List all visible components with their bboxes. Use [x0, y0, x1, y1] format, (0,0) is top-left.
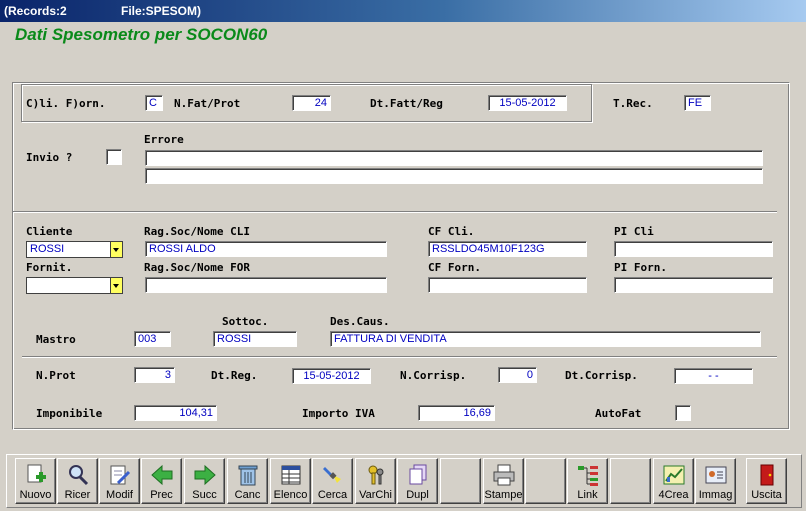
uscita-button[interactable]: Uscita	[746, 458, 787, 504]
cliente-combo-value: ROSSI	[30, 243, 65, 255]
page-title: Dati Spesometro per SOCON60	[15, 25, 268, 44]
records-count: (Records:2	[4, 4, 67, 18]
ricer-button[interactable]: Ricer	[57, 458, 98, 504]
ragsoc-cli-field[interactable]: ROSSI ALDO	[145, 241, 387, 257]
crea-button[interactable]: 4Crea	[653, 458, 694, 504]
autofat-label: AutoFat	[595, 407, 642, 420]
elenco-button[interactable]: Elenco	[270, 458, 311, 504]
prec-button[interactable]: Prec	[141, 458, 182, 504]
varchi-button[interactable]: VarChi	[355, 458, 396, 504]
arrow-right-icon	[194, 464, 216, 486]
chevron-down-icon[interactable]	[110, 278, 122, 293]
iva-field[interactable]: 16,69	[418, 405, 495, 421]
descaus-label: Des.Caus.	[330, 315, 390, 328]
flashlight-icon	[323, 467, 341, 483]
chevron-down-icon[interactable]	[110, 242, 122, 257]
pi-cli-field[interactable]	[614, 241, 773, 257]
duplicate-icon	[409, 464, 427, 485]
dtcorrisp-field[interactable]: - -	[674, 368, 753, 384]
link-button[interactable]: Link	[567, 458, 608, 504]
errore-field-1[interactable]	[145, 150, 763, 166]
divider-2	[22, 356, 777, 358]
trec-field[interactable]: FE	[684, 95, 711, 111]
file-name: File:SPESOM)	[121, 4, 202, 18]
cf-forn-label: CF Forn.	[428, 261, 481, 274]
divider-1	[13, 211, 777, 213]
list-icon	[281, 465, 301, 485]
imponibile-field[interactable]: 104,31	[134, 405, 217, 421]
search-icon	[69, 465, 89, 486]
ragsoc-for-label: Rag.Soc/Nome FOR	[144, 261, 250, 274]
nfat-field[interactable]: 24	[292, 95, 331, 111]
cliente-label: Cliente	[26, 225, 73, 238]
cerca-button[interactable]: Cerca	[312, 458, 353, 504]
invio-checkbox[interactable]	[106, 149, 122, 165]
succ-button[interactable]: Succ	[184, 458, 225, 504]
imponibile-label: Imponibile	[36, 407, 103, 420]
cf-cli-field[interactable]: RSSLDO45M10F123G	[428, 241, 587, 257]
edit-icon	[110, 465, 131, 485]
image-card-icon	[705, 466, 727, 484]
nprot-label: N.Prot	[36, 369, 76, 382]
cli-forn-label: C)li. F)orn.	[26, 97, 106, 110]
pi-forn-field[interactable]	[614, 277, 773, 293]
ragsoc-cli-label: Rag.Soc/Nome CLI	[144, 225, 250, 238]
exit-door-icon	[760, 464, 774, 486]
dtcorrisp-label: Dt.Corrisp.	[565, 369, 638, 382]
ragsoc-for-field[interactable]	[145, 277, 387, 293]
cf-forn-field[interactable]	[428, 277, 587, 293]
iva-label: Importo IVA	[302, 407, 375, 420]
fornit-label: Fornit.	[26, 261, 73, 274]
dtfatt-field[interactable]: 15-05-2012	[488, 95, 567, 111]
dupl-button[interactable]: Dupl	[397, 458, 438, 504]
cliente-combo[interactable]: ROSSI	[26, 241, 123, 258]
empty-button-3[interactable]	[610, 458, 651, 504]
mastro-label: Mastro	[36, 333, 76, 346]
pi-forn-label: PI Forn.	[614, 261, 667, 274]
immag-button[interactable]: Immag	[695, 458, 736, 504]
printer-icon	[493, 464, 515, 486]
dtreg-label: Dt.Reg.	[211, 369, 258, 382]
sottoc-label: Sottoc.	[222, 315, 269, 328]
stampe-button[interactable]: Stampe	[483, 458, 524, 504]
window-titlebar: (Records:2 File:SPESOM)	[0, 0, 806, 22]
ncorrisp-field[interactable]: 0	[498, 367, 537, 383]
cf-cli-label: CF Cli.	[428, 225, 475, 238]
autofat-checkbox[interactable]	[675, 405, 691, 421]
empty-button-2[interactable]	[525, 458, 566, 504]
invio-label: Invio ?	[26, 151, 73, 164]
fornit-combo[interactable]	[26, 277, 123, 294]
new-document-icon	[27, 464, 46, 483]
sottoc-field[interactable]: ROSSI	[213, 331, 297, 347]
link-tree-icon	[578, 466, 598, 486]
canc-button[interactable]: Canc	[227, 458, 268, 504]
nfat-label: N.Fat/Prot	[174, 97, 241, 110]
nuovo-button[interactable]: Nuovo	[15, 458, 56, 504]
dtreg-field[interactable]: 15-05-2012	[292, 368, 371, 384]
mastro-field[interactable]: 003	[134, 331, 171, 347]
dtfatt-label: Dt.Fatt/Reg	[370, 97, 443, 110]
modif-button[interactable]: Modif	[99, 458, 140, 504]
errore-field-2[interactable]	[145, 168, 763, 184]
trec-label: T.Rec.	[613, 97, 653, 110]
trash-icon	[238, 465, 258, 486]
arrow-left-icon	[151, 464, 173, 486]
empty-button-1[interactable]	[440, 458, 481, 504]
cli-forn-field[interactable]: C	[145, 95, 163, 111]
descaus-field[interactable]: FATTURA DI VENDITA	[330, 331, 761, 347]
nprot-field[interactable]: 3	[134, 367, 175, 383]
errore-label: Errore	[144, 133, 184, 146]
chart-create-icon	[663, 465, 685, 485]
pi-cli-label: PI Cli	[614, 225, 654, 238]
ncorrisp-label: N.Corrisp.	[400, 369, 467, 382]
keys-icon	[368, 465, 384, 485]
